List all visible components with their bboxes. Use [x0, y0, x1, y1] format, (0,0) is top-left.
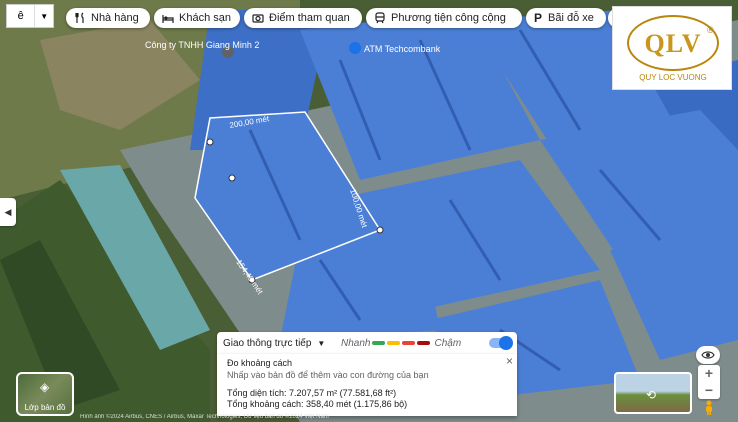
camera-icon [252, 14, 264, 23]
layers-label: Lớp bản đồ [24, 403, 66, 412]
category-label: Phương tiện công cộng [391, 12, 506, 24]
traffic-fast-label: Nhanh [341, 337, 371, 349]
atm-pin-icon[interactable] [349, 42, 361, 54]
traffic-mode-label: Giao thông trực tiếp [223, 337, 312, 349]
category-label: Khách sạn [179, 12, 231, 24]
measure-area: Tổng diện tích: 7.207,57 m² (77.581,68 f… [227, 388, 397, 398]
language-value: ê [17, 10, 24, 22]
zoom-out-button[interactable]: − [698, 382, 720, 399]
category-transit-button[interactable]: Phương tiện công cộng [366, 8, 522, 28]
category-restaurant-button[interactable]: Nhà hàng [66, 8, 150, 28]
pegman-icon[interactable] [703, 400, 715, 416]
street-view-thumbnail[interactable]: ⟲ [614, 372, 692, 414]
language-select[interactable]: ê ▼ [6, 4, 54, 28]
company-label[interactable]: Công ty TNHH Giang Minh 2 [145, 40, 259, 50]
traffic-legend-yellow [387, 341, 401, 345]
chevron-down-icon: ▼ [34, 5, 53, 27]
rotate-icon: ⟲ [646, 388, 657, 402]
zoom-control: + − [698, 365, 720, 399]
transit-icon [375, 12, 385, 24]
restaurant-icon [75, 12, 84, 23]
traffic-legend-red [402, 341, 416, 345]
measure-distance: Tổng khoảng cách: 358,40 mét (1.175,86 b… [227, 399, 408, 409]
traffic-legend-darkred [417, 341, 431, 345]
traffic-toggle[interactable] [489, 336, 513, 350]
close-icon[interactable]: × [506, 354, 513, 368]
category-label: Bãi đỗ xe [548, 12, 594, 24]
logo-text: QLV [644, 29, 702, 58]
category-attractions-button[interactable]: Điểm tham quan [244, 8, 362, 28]
map-attribution: Hình ảnh ©2024 Airbus, CNES / Airbus, Ma… [80, 414, 329, 420]
measure-panel: × Đo khoảng cách Nhấp vào bản đồ để thêm… [217, 354, 517, 416]
qlv-logo: QLV ® QUY LOC VUONG [612, 6, 732, 90]
category-label: Nhà hàng [91, 12, 139, 24]
chevron-left-icon: ◀ [4, 206, 12, 217]
measure-title: Đo khoảng cách [227, 358, 293, 368]
measure-hint: Nhấp vào bản đồ để thêm vào con đường củ… [227, 370, 429, 380]
hotel-icon [162, 15, 174, 23]
traffic-slow-label: Chậm [434, 337, 462, 349]
category-label: Điểm tham quan [269, 12, 350, 24]
parking-icon: P [534, 11, 543, 25]
caret-down-icon: ▼ [317, 338, 326, 348]
logo-registered: ® [707, 25, 714, 35]
traffic-bar: Giao thông trực tiếp ▼ Nhanh Chậm [217, 332, 517, 354]
logo-tagline: QUY LOC VUONG [639, 73, 707, 82]
atm-label[interactable]: ATM Techcombank [364, 44, 441, 54]
traffic-legend-green [372, 341, 386, 345]
traffic-mode-select[interactable]: Giao thông trực tiếp ▼ [223, 338, 341, 349]
zoom-in-button[interactable]: + [698, 365, 720, 382]
collapse-panel-button[interactable]: ◀ [0, 198, 16, 226]
layers-icon: ◈ [40, 380, 50, 394]
category-parking-button[interactable]: P Bãi đỗ xe [526, 8, 606, 28]
category-hotel-button[interactable]: Khách sạn [154, 8, 240, 28]
layers-button[interactable]: ◈ Lớp bản đồ [16, 372, 74, 416]
eye-icon[interactable] [696, 346, 720, 364]
